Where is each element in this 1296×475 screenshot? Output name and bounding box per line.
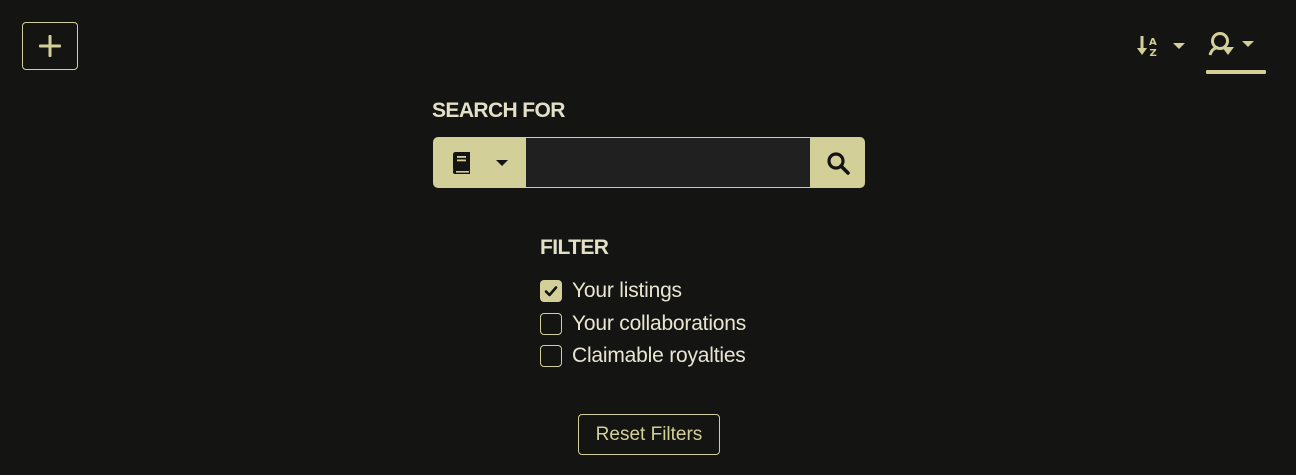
search-icon xyxy=(826,151,850,175)
svg-text:Z: Z xyxy=(1150,48,1157,59)
sort-dropdown[interactable]: A Z xyxy=(1136,32,1186,60)
search-filter-panel: A Z SEARCH FOR FILTER Your listings Your… xyxy=(0,0,1296,475)
user-filter-icon xyxy=(1208,32,1234,56)
svg-text:A: A xyxy=(1149,37,1157,48)
checkbox-unchecked[interactable] xyxy=(540,312,562,335)
filter-claimable-royalties[interactable]: Claimable royalties xyxy=(540,340,746,373)
caret-down-icon xyxy=(1173,43,1185,49)
user-filter-dropdown[interactable] xyxy=(1206,30,1266,74)
reset-filters-button[interactable]: Reset Filters xyxy=(578,414,720,455)
filter-list: Your listings Your collaborations Claima… xyxy=(540,275,746,373)
search-button[interactable] xyxy=(810,137,865,188)
filter-your-listings[interactable]: Your listings xyxy=(540,275,746,308)
book-icon xyxy=(453,151,470,174)
search-group xyxy=(433,137,865,188)
filter-label: Your collaborations xyxy=(572,311,747,335)
caret-down-icon xyxy=(1242,41,1254,47)
sort-alpha-down-icon: A Z xyxy=(1137,36,1157,59)
filter-title: FILTER xyxy=(540,236,609,259)
add-button[interactable] xyxy=(22,22,78,70)
search-title: SEARCH FOR xyxy=(432,99,565,122)
active-indicator xyxy=(1206,70,1266,74)
search-type-dropdown[interactable] xyxy=(433,137,526,188)
search-input[interactable] xyxy=(526,137,810,188)
checkbox-unchecked[interactable] xyxy=(540,345,562,368)
filter-label: Claimable royalties xyxy=(572,344,746,368)
plus-icon xyxy=(39,35,61,57)
caret-down-icon xyxy=(496,159,508,166)
filter-label: Your listings xyxy=(572,279,682,303)
checkbox-checked[interactable] xyxy=(540,280,562,303)
check-icon xyxy=(544,286,558,297)
filter-your-collaborations[interactable]: Your collaborations xyxy=(540,308,746,341)
